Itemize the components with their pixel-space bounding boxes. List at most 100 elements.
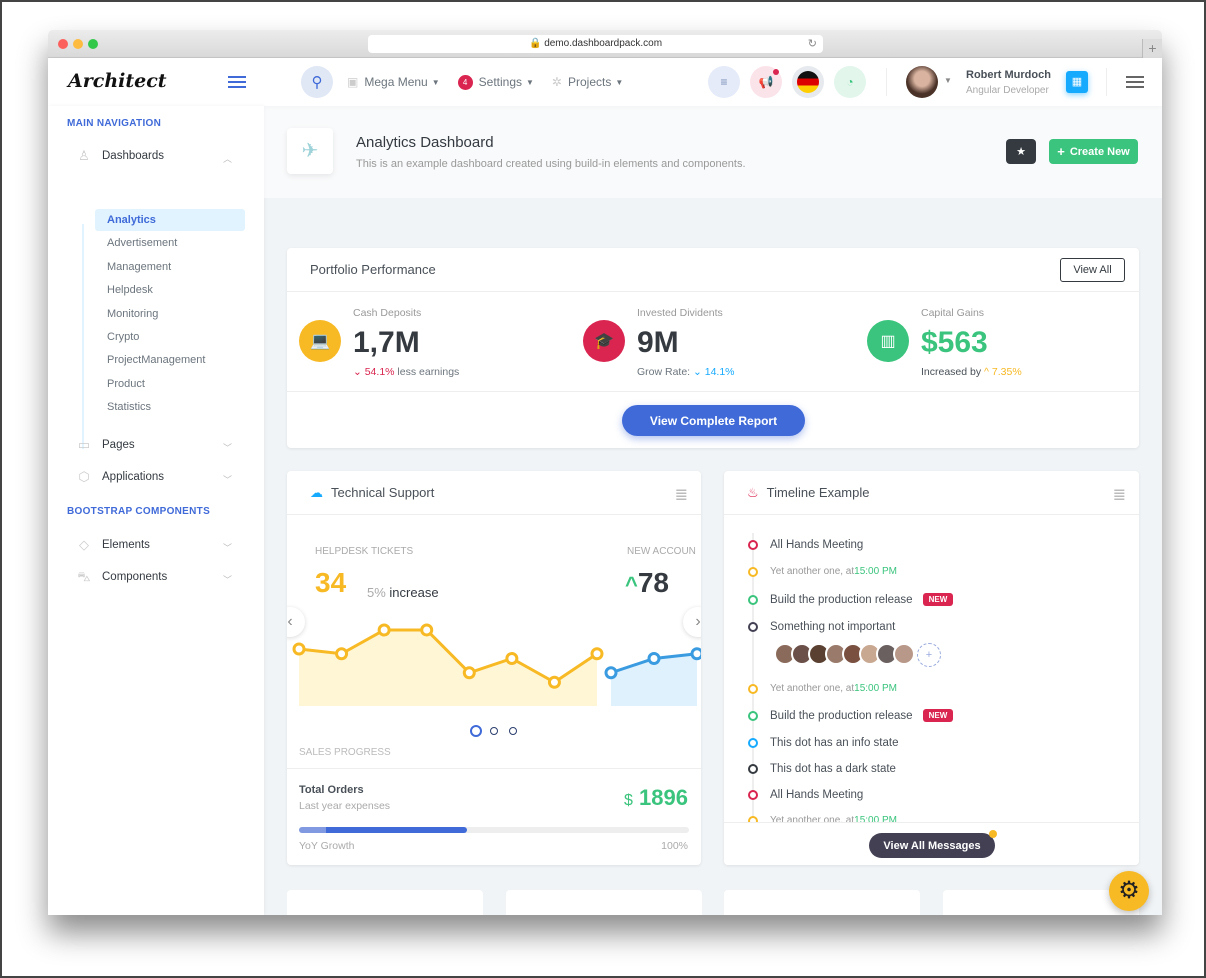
cog-icon: ✲ <box>551 75 562 89</box>
create-new-label: Create New <box>1069 145 1130 158</box>
mini-card-2: $1283 <box>506 890 702 915</box>
timeline-item: Yet another one, at 15:00 PM <box>748 683 897 694</box>
projects-menu[interactable]: ✲ Projects ▼ <box>552 75 623 89</box>
new-badge: NEW <box>922 709 954 722</box>
theme-settings-button[interactable]: ⚙ <box>1109 871 1149 911</box>
sidebar-item-monitoring[interactable]: Monitoring <box>95 303 245 325</box>
carousel-dot-1[interactable] <box>470 725 482 737</box>
maximize-window-button[interactable] <box>88 39 98 49</box>
timeline-dot <box>748 594 758 605</box>
grid-menu-button[interactable]: ≡ <box>708 66 740 98</box>
box-icon: ⬡ <box>78 469 90 484</box>
chevron-up-icon[interactable]: ︿ <box>223 152 232 165</box>
browser-window: 🔒 demo.dashboardpack.com ↻ + Architect ⚲ … <box>48 30 1162 915</box>
close-window-button[interactable] <box>58 39 68 49</box>
helpdesk-increase-text: increase <box>389 585 439 600</box>
user-caret-icon[interactable]: ▼ <box>944 76 952 85</box>
card-menu-icon[interactable]: ≣ <box>1113 485 1126 505</box>
language-button[interactable] <box>792 66 824 98</box>
sidebar-item-crypto[interactable]: Crypto <box>95 326 245 348</box>
stats-button[interactable]: ◔ <box>834 66 866 98</box>
gift-icon: ▣ <box>347 75 359 89</box>
sidebar-item-helpdesk[interactable]: Helpdesk <box>95 279 245 301</box>
accounts-point <box>690 647 701 661</box>
sidebar-item-applications[interactable]: ⬡ Applications <box>76 469 164 485</box>
settings-menu[interactable]: 4 Settings ▼ <box>457 74 534 90</box>
portfolio-header: Portfolio Performance <box>287 248 1139 292</box>
submenu-line <box>82 224 84 449</box>
browser-icon: ▭ <box>77 437 91 452</box>
sidebar-item-statistics[interactable]: Statistics <box>95 396 245 418</box>
components-label: Components <box>102 571 168 583</box>
url-text: demo.dashboardpack.com <box>544 38 663 49</box>
minimize-window-button[interactable] <box>73 39 83 49</box>
chevron-down-icon[interactable]: ﹀ <box>223 573 232 586</box>
sidebar-item-pages[interactable]: ▭ Pages <box>76 437 135 453</box>
cash-deposits-delta-text: less earnings <box>397 366 460 378</box>
view-all-button[interactable]: View All <box>1060 258 1125 282</box>
reload-icon[interactable]: ↻ <box>808 35 817 53</box>
timeline-dot <box>748 683 758 694</box>
mega-menu[interactable]: ▣ Mega Menu ▼ <box>347 75 440 89</box>
chevron-down-icon[interactable]: ﹀ <box>223 473 232 486</box>
add-avatar-button[interactable]: + <box>917 643 941 667</box>
url-bar[interactable]: 🔒 demo.dashboardpack.com ↻ <box>368 35 823 53</box>
timeline-dot <box>748 764 758 774</box>
accounts-point <box>647 652 661 665</box>
cash-deposits-value: 1,7M <box>353 326 420 359</box>
view-all-messages-button[interactable]: View All Messages <box>869 833 995 858</box>
sidebar-item-elements[interactable]: ◇ Elements <box>76 537 150 553</box>
dashboards-label: Dashboards <box>102 150 165 162</box>
timeline-dot <box>748 566 758 577</box>
sidebar-item-dashboards[interactable]: ♙ Dashboards <box>76 148 164 164</box>
timeline-header: ♨ Timeline Example <box>724 471 1139 515</box>
browser-titlebar: 🔒 demo.dashboardpack.com ↻ + <box>48 30 1162 58</box>
caret-down-icon: ▼ <box>615 77 624 87</box>
megaphone-icon: 📢 <box>758 75 774 89</box>
new-tab-button[interactable]: + <box>1142 39 1162 58</box>
pie-chart-icon: ◔ <box>846 75 854 89</box>
sidebar-item-components[interactable]: ⛍ Components <box>76 569 167 585</box>
carousel-dot-3[interactable] <box>509 727 517 735</box>
technical-support-header: ☁ Technical Support <box>287 471 701 515</box>
section-main-navigation: MAIN NAVIGATION <box>67 118 162 129</box>
search-button[interactable]: ⚲ <box>301 66 333 98</box>
diamond-icon: ◇ <box>79 537 89 552</box>
screen-frame: 🔒 demo.dashboardpack.com ↻ + Architect ⚲ … <box>0 0 1206 978</box>
create-new-button[interactable]: + Create New <box>1049 139 1138 164</box>
avatar[interactable] <box>893 643 915 665</box>
pages-label: Pages <box>102 439 135 451</box>
chevron-down-icon[interactable]: ﹀ <box>223 441 232 454</box>
carousel-dot-2[interactable] <box>490 727 498 735</box>
sidebar-item-product[interactable]: Product <box>95 373 245 395</box>
favorite-button[interactable]: ★ <box>1006 139 1036 164</box>
view-complete-report-button[interactable]: View Complete Report <box>622 405 805 436</box>
search-icon: ⚲ <box>311 74 323 91</box>
notifications-button[interactable]: 📢 <box>750 66 782 98</box>
sidebar-item-advertisement[interactable]: Advertisement <box>95 232 245 254</box>
total-orders-subtitle: Last year expenses <box>299 800 391 812</box>
sales-progress-label: SALES PROGRESS <box>299 747 391 758</box>
page-title: Analytics Dashboard <box>356 134 494 151</box>
timeline-time: 15:00 PM <box>854 566 897 577</box>
timeline-text: All Hands Meeting <box>770 789 864 801</box>
timeline-time: 15:00 PM <box>854 683 897 694</box>
menu-icon[interactable] <box>1126 76 1144 88</box>
card-menu-icon[interactable]: ≣ <box>675 485 688 505</box>
helpdesk-point <box>462 666 476 680</box>
chevron-down-icon[interactable]: ﹀ <box>223 541 232 554</box>
calendar-button[interactable]: ▦ <box>1066 71 1088 93</box>
helpdesk-point <box>292 642 306 656</box>
sidebar-item-management[interactable]: Management <box>95 256 245 278</box>
grow-rate-value: 14.1% <box>704 366 735 378</box>
invested-dividents-label: Invested Dividents <box>637 307 723 319</box>
sidebar-item-analytics[interactable]: Analytics <box>95 209 245 231</box>
applications-label: Applications <box>102 471 165 483</box>
cash-deposits-delta: 54.1% <box>364 366 395 378</box>
sidebar-item-projectmanagement[interactable]: ProjectManagement <box>95 349 245 371</box>
tickets-chart <box>292 623 701 706</box>
cash-deposits-label: Cash Deposits <box>353 307 422 319</box>
user-avatar[interactable] <box>906 66 938 98</box>
timeline-item: This dot has an info state <box>748 737 899 749</box>
sidebar-toggle-icon[interactable] <box>228 76 246 88</box>
